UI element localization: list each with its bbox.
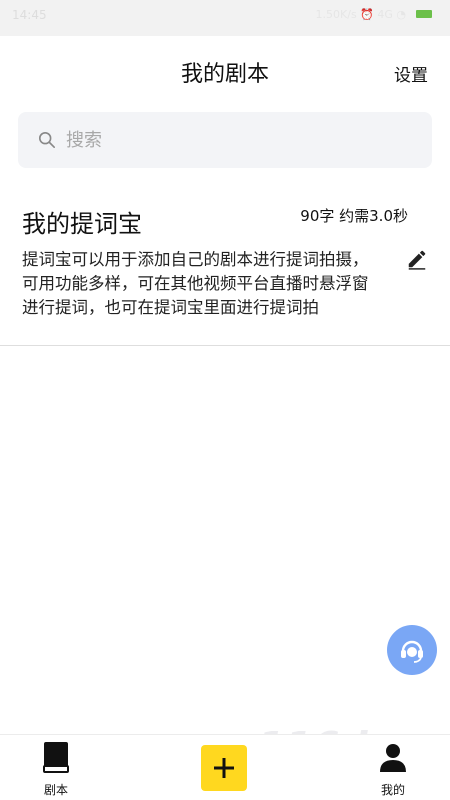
page-title: 我的剧本: [180, 62, 269, 87]
script-card[interactable]: 我的提词宝 90字 约需3.0秒 提词宝可以用于添加自己的剧本进行提词拍摄，可用…: [0, 180, 450, 346]
status-bar: 14:45 1.50K/s ⏰ 4G ◔: [0, 0, 450, 36]
status-time: 14:45: [12, 8, 47, 22]
user-icon: [380, 744, 406, 772]
settings-button[interactable]: 设置: [394, 61, 428, 86]
script-title: 我的提词宝: [22, 210, 142, 238]
nav-label-mine: 我的: [380, 783, 405, 797]
customer-service-button[interactable]: [387, 625, 437, 675]
battery-icon: [416, 10, 432, 18]
bottom-nav: 剧本 我的: [0, 734, 450, 800]
search-icon: [38, 131, 56, 149]
add-script-button[interactable]: [201, 745, 247, 791]
nav-item-scripts[interactable]: 剧本: [26, 741, 86, 798]
search-input[interactable]: [66, 125, 406, 155]
plus-icon: [214, 758, 234, 778]
nav-item-mine[interactable]: 我的: [363, 741, 423, 798]
pencil-icon[interactable]: [406, 248, 428, 270]
status-indicators: 1.50K/s ⏰ 4G ◔: [315, 8, 406, 21]
header: 我的剧本 设置: [0, 36, 450, 100]
script-body: 提词宝可以用于添加自己的剧本进行提词拍摄，可用功能多样，可在其他视频平台直播时悬…: [22, 250, 369, 317]
book-icon: [43, 742, 69, 773]
nav-label-scripts: 剧本: [43, 783, 68, 797]
search-bar[interactable]: [18, 112, 432, 168]
headset-icon: [401, 640, 423, 663]
script-meta: 90字 约需3.0秒: [300, 207, 408, 225]
